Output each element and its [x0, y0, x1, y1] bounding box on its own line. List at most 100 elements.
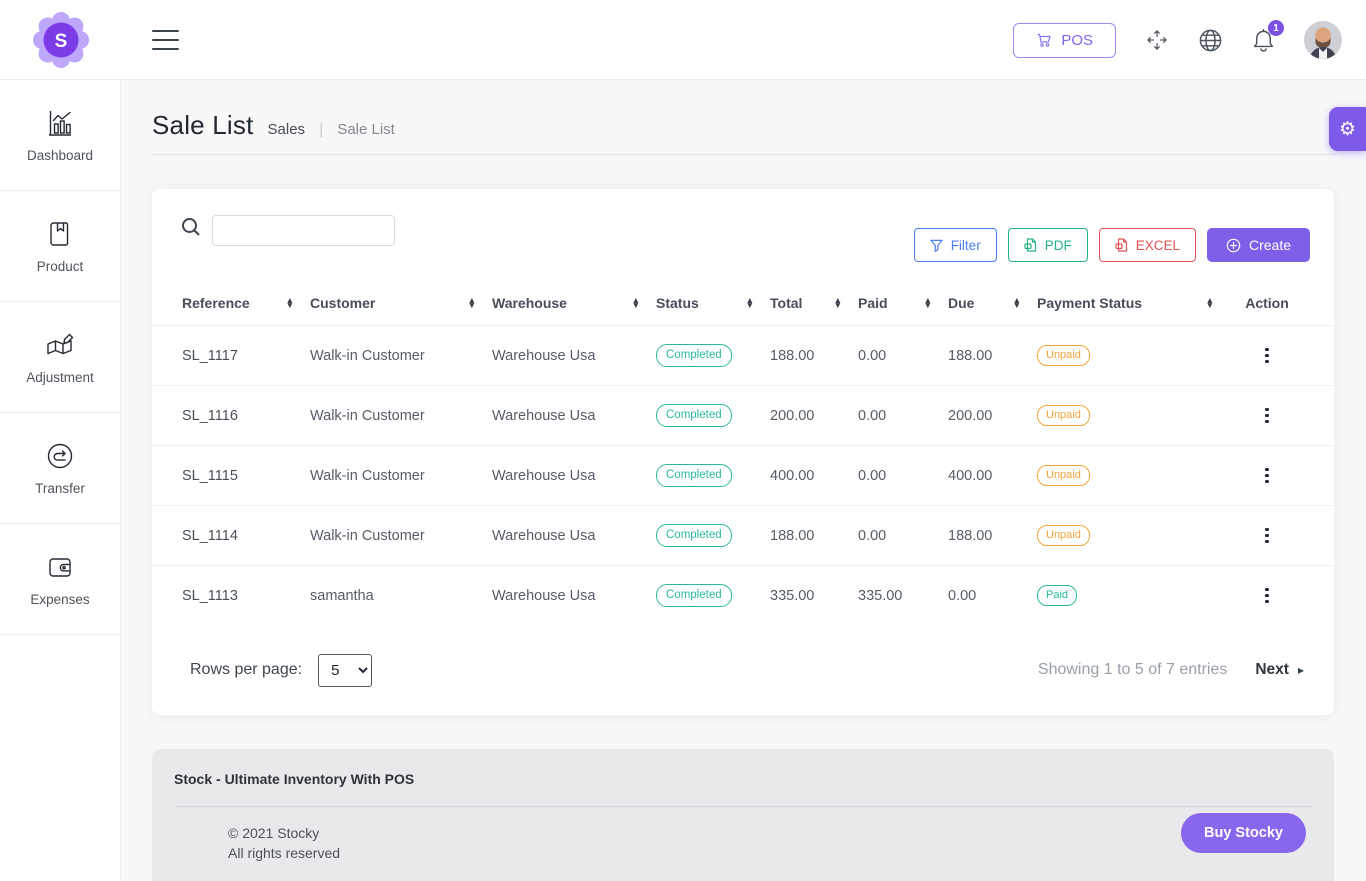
cell-reference: SL_1113 — [182, 588, 310, 604]
rows-per-page-label: Rows per page: — [190, 661, 302, 679]
column-header-warehouse[interactable]: Warehouse ▲▼ — [492, 295, 656, 311]
circular-arrow-icon — [44, 440, 76, 472]
pagination-right: Showing 1 to 5 of 7 entries Next ▸ — [1038, 661, 1304, 679]
breadcrumb: Sales | Sale List — [268, 121, 395, 138]
language-globe-button[interactable] — [1198, 28, 1223, 53]
fullscreen-arrows-icon — [1144, 27, 1170, 53]
excel-export-button[interactable]: EXCEL — [1099, 228, 1196, 262]
create-button-label: Create — [1249, 237, 1291, 253]
user-avatar[interactable] — [1304, 21, 1342, 59]
next-page-button[interactable]: Next ▸ — [1255, 661, 1304, 679]
sidebar-item-label: Product — [37, 259, 84, 274]
status-badge: Completed — [656, 584, 732, 607]
sort-icon: ▲▼ — [1206, 298, 1214, 309]
cell-warehouse: Warehouse Usa — [492, 528, 656, 544]
sales-table: Reference ▲▼ Customer ▲▼ Warehouse ▲▼ St… — [152, 281, 1334, 625]
app-logo[interactable]: S — [0, 0, 121, 80]
cell-warehouse: Warehouse Usa — [492, 588, 656, 604]
column-header-reference[interactable]: Reference ▲▼ — [182, 295, 310, 311]
cell-warehouse: Warehouse Usa — [492, 348, 656, 364]
row-actions-menu-button[interactable] — [1257, 584, 1277, 608]
footer-title: Stock - Ultimate Inventory With POS — [174, 771, 414, 787]
main-content: Sale List Sales | Sale List — [121, 80, 1366, 881]
sort-icon: ▲▼ — [286, 298, 294, 309]
next-arrow-icon: ▸ — [1298, 663, 1304, 677]
search-input[interactable] — [212, 215, 395, 246]
buy-stocky-button[interactable]: Buy Stocky — [1181, 813, 1306, 853]
cell-warehouse: Warehouse Usa — [492, 408, 656, 424]
page-title: Sale List — [152, 110, 254, 141]
payment-status-badge: Unpaid — [1037, 345, 1090, 366]
rows-per-page-select[interactable]: 5 — [318, 654, 372, 687]
sale-list-card: Filter PDF EXCEL — [152, 189, 1334, 715]
filter-button[interactable]: Filter — [914, 228, 997, 262]
sidebar-item-adjustment[interactable]: Adjustment — [0, 302, 120, 413]
plus-circle-icon — [1226, 238, 1241, 253]
sidebar-item-label: Expenses — [30, 592, 89, 607]
sidebar-item-transfer[interactable]: Transfer — [0, 413, 120, 524]
cell-paid: 0.00 — [858, 408, 948, 424]
cell-paid: 335.00 — [858, 588, 948, 604]
pdf-button-label: PDF — [1045, 238, 1072, 253]
sidebar-item-label: Transfer — [35, 481, 85, 496]
notification-count-badge: 1 — [1268, 20, 1284, 36]
table-pagination: Rows per page: 5 Showing 1 to 5 of 7 ent… — [152, 625, 1334, 715]
sidebar-item-label: Dashboard — [27, 148, 93, 163]
globe-icon — [1198, 28, 1223, 53]
sort-icon: ▲▼ — [834, 298, 842, 309]
column-header-customer[interactable]: Customer ▲▼ — [310, 295, 492, 311]
cell-total: 188.00 — [770, 528, 858, 544]
sidebar-item-label: Adjustment — [26, 370, 94, 385]
header-controls: POS — [1013, 0, 1342, 80]
stocky-logo-icon: S — [33, 12, 89, 68]
cell-paid: 0.00 — [858, 348, 948, 364]
sort-icon: ▲▼ — [924, 298, 932, 309]
breadcrumb-sales-link[interactable]: Sales — [268, 121, 306, 138]
pos-button[interactable]: POS — [1013, 23, 1116, 58]
settings-gear-button[interactable]: ⚙ — [1329, 107, 1366, 151]
sidebar-item-expenses[interactable]: Expenses — [0, 524, 120, 635]
status-badge: Completed — [656, 344, 732, 367]
cell-due: 400.00 — [948, 468, 1037, 484]
cell-paid: 0.00 — [858, 468, 948, 484]
pdf-export-button[interactable]: PDF — [1008, 228, 1088, 262]
table-header-row: Reference ▲▼ Customer ▲▼ Warehouse ▲▼ St… — [152, 281, 1334, 325]
cell-customer: Walk-in Customer — [310, 348, 492, 364]
column-header-payment-status[interactable]: Payment Status ▲▼ — [1037, 295, 1230, 311]
sidebar: Dashboard Product Adjustment — [0, 80, 121, 881]
menu-toggle-button[interactable] — [152, 30, 179, 50]
fullscreen-button[interactable] — [1144, 27, 1170, 53]
cell-total: 400.00 — [770, 468, 858, 484]
row-actions-menu-button[interactable] — [1257, 344, 1277, 368]
excel-file-icon — [1115, 238, 1128, 252]
table-actions: Filter PDF EXCEL — [914, 228, 1310, 262]
column-header-status[interactable]: Status ▲▼ — [656, 295, 770, 311]
cell-customer: Walk-in Customer — [310, 408, 492, 424]
sidebar-item-dashboard[interactable]: Dashboard — [0, 80, 120, 191]
rights-line: All rights reserved — [228, 843, 340, 863]
row-actions-menu-button[interactable] — [1257, 524, 1277, 548]
footer-copyright: © 2021 Stocky All rights reserved — [228, 823, 340, 863]
sort-icon: ▲▼ — [632, 298, 640, 309]
notifications-button[interactable]: 1 — [1251, 27, 1276, 53]
pdf-file-icon — [1024, 238, 1037, 252]
column-header-paid[interactable]: Paid ▲▼ — [858, 295, 948, 311]
sort-icon: ▲▼ — [468, 298, 476, 309]
row-actions-menu-button[interactable] — [1257, 464, 1277, 488]
column-header-due[interactable]: Due ▲▼ — [948, 295, 1037, 311]
bar-chart-icon — [44, 107, 76, 139]
status-badge: Completed — [656, 464, 732, 487]
wallet-icon — [44, 551, 76, 583]
app-root: S POS — [0, 0, 1366, 881]
column-header-total[interactable]: Total ▲▼ — [770, 295, 858, 311]
cell-warehouse: Warehouse Usa — [492, 468, 656, 484]
status-badge: Completed — [656, 524, 732, 547]
cell-due: 188.00 — [948, 528, 1037, 544]
sidebar-item-product[interactable]: Product — [0, 191, 120, 302]
cell-customer: Walk-in Customer — [310, 468, 492, 484]
create-button[interactable]: Create — [1207, 228, 1310, 262]
row-actions-menu-button[interactable] — [1257, 404, 1277, 428]
status-badge: Completed — [656, 404, 732, 427]
top-header: S POS — [0, 0, 1366, 80]
map-edit-icon — [43, 329, 77, 361]
